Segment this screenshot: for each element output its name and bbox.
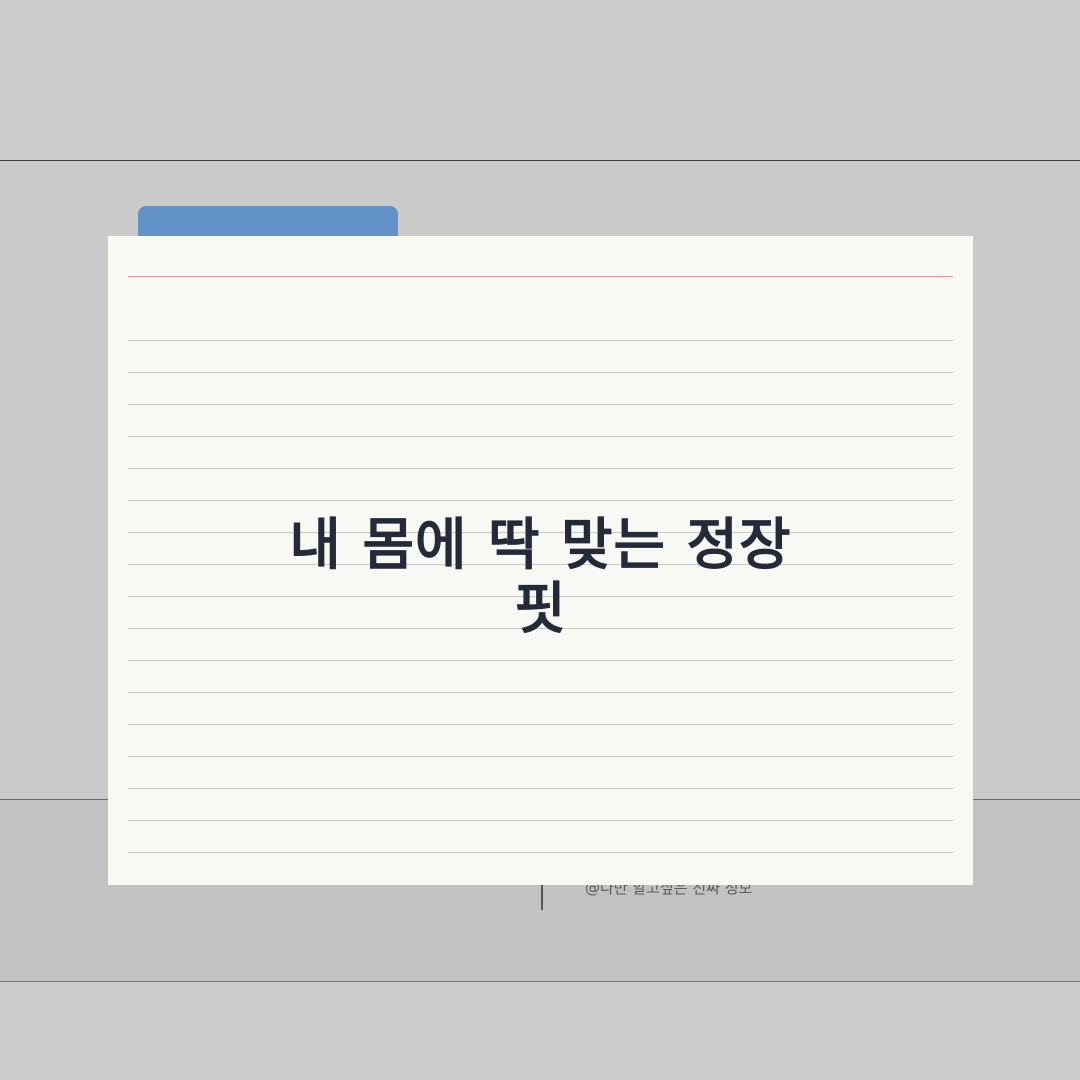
card-rule-line [128, 340, 953, 341]
card-rule-line [128, 788, 953, 789]
card-rule-line [128, 404, 953, 405]
card-rule-line [128, 820, 953, 821]
card-rule-line [128, 468, 953, 469]
canvas: @나만 알고싶은 진짜 정보 내 몸에 딱 맞는 정장 핏 [0, 0, 1080, 1080]
card-rule-line [128, 852, 953, 853]
top-divider [0, 160, 1080, 161]
card-title: 내 몸에 딱 맞는 정장 핏 [289, 513, 792, 642]
card-rule-line [128, 436, 953, 437]
card-rule-line [128, 500, 953, 501]
card-margin-rule [128, 276, 953, 277]
note-card: 내 몸에 딱 맞는 정장 핏 [108, 236, 973, 885]
bottom-divider [0, 981, 1080, 982]
card-rule-line [128, 660, 953, 661]
card-rule-line [128, 372, 953, 373]
card-rule-line [128, 756, 953, 757]
card-rule-line [128, 692, 953, 693]
card-rule-line [128, 724, 953, 725]
